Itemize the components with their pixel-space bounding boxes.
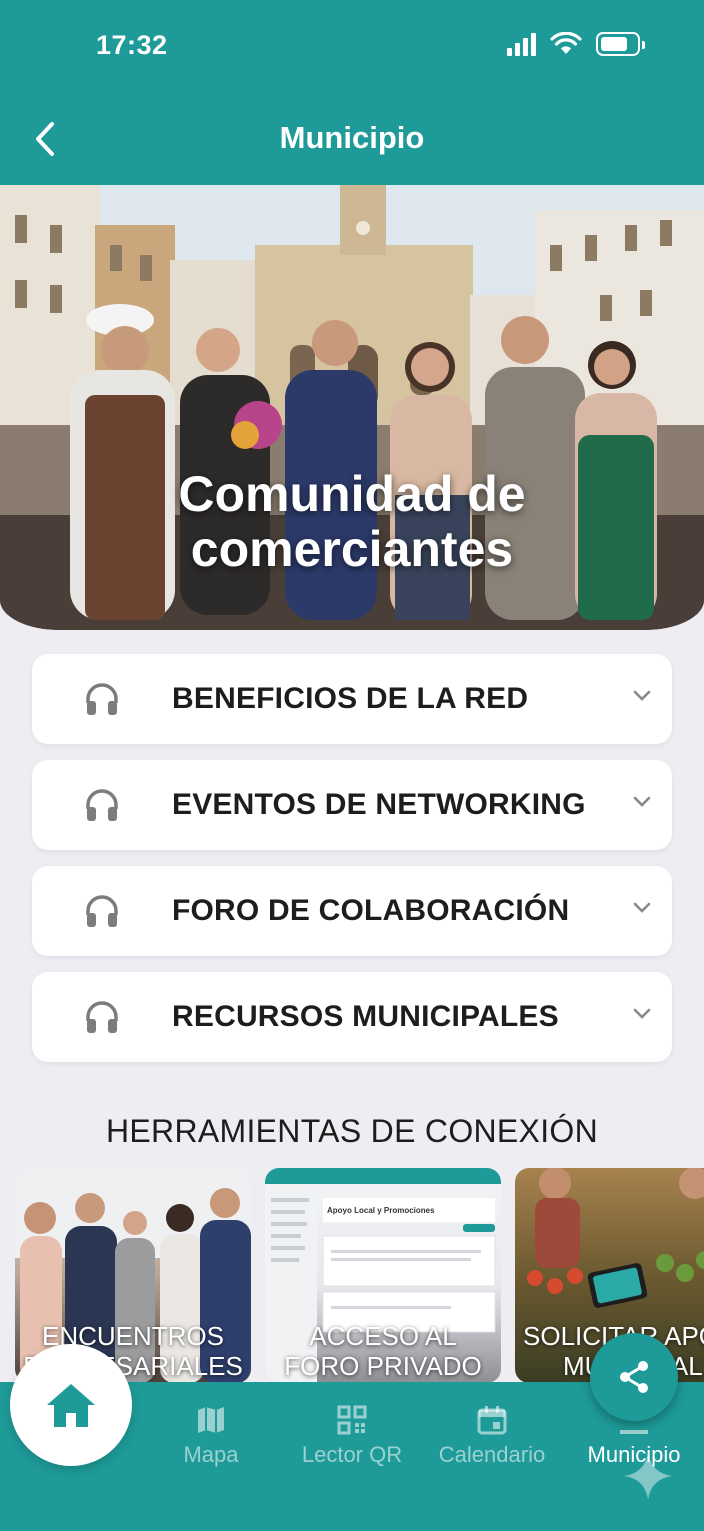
headphones-icon xyxy=(86,1001,118,1033)
signal-icon xyxy=(507,32,536,56)
wifi-icon xyxy=(550,32,582,54)
nav-item-calendario[interactable]: Calendario xyxy=(433,1404,551,1468)
chevron-down-icon xyxy=(633,902,651,913)
card-caption: ACCESO AL FORO PRIVADO xyxy=(265,1321,501,1383)
share-icon xyxy=(620,1361,648,1393)
accordion-beneficios[interactable]: BENEFICIOS DE LA RED xyxy=(32,654,672,744)
status-time: 17:32 xyxy=(96,30,168,60)
hero-title-line2: comerciantes xyxy=(190,521,514,577)
map-icon xyxy=(198,1407,224,1433)
sparkle-icon xyxy=(624,1452,672,1500)
nav-label: Mapa xyxy=(183,1442,239,1467)
calendar-icon xyxy=(477,1406,507,1435)
accordion-label: EVENTOS DE NETWORKING xyxy=(172,788,586,821)
headphones-icon xyxy=(86,895,118,927)
accordion-label: BENEFICIOS DE LA RED xyxy=(172,682,529,715)
app-header: 17:32 Municipio xyxy=(0,0,704,185)
nav-item-mapa[interactable]: Mapa xyxy=(180,1404,242,1468)
chevron-down-icon xyxy=(633,1008,651,1019)
status-icons xyxy=(507,32,645,56)
home-button[interactable] xyxy=(10,1344,132,1466)
battery-icon xyxy=(596,32,645,56)
nav-label: Calendario xyxy=(438,1442,546,1467)
accordion-recursos[interactable]: RECURSOS MUNICIPALES xyxy=(32,972,672,1062)
screen-title: Apoyo Local y Promociones xyxy=(327,1206,435,1215)
headphones-icon xyxy=(86,683,118,715)
home-icon xyxy=(47,1384,95,1427)
chevron-down-icon xyxy=(633,690,651,701)
hero-title: Comunidad de comerciantes xyxy=(0,467,704,577)
hero-title-line1: Comunidad de xyxy=(178,466,526,522)
accordion-foro[interactable]: FORO DE COLABORACIÓN xyxy=(32,866,672,956)
hero-banner: Comunidad de comerciantes xyxy=(0,185,704,630)
card-foro[interactable]: Apoyo Local y Promociones ACCESO AL FORO… xyxy=(265,1168,501,1383)
section-title: HERRAMIENTAS DE CONEXIÓN xyxy=(106,1113,598,1149)
nav-item-lector-qr[interactable]: Lector QR xyxy=(296,1404,408,1468)
card-caption-line2: FORO PRIVADO xyxy=(284,1351,482,1381)
headphones-icon xyxy=(86,789,118,821)
accordion-label: RECURSOS MUNICIPALES xyxy=(172,1000,559,1033)
page-title: Municipio xyxy=(279,120,425,155)
accordion-eventos[interactable]: EVENTOS DE NETWORKING xyxy=(32,760,672,850)
qr-code-icon xyxy=(337,1405,367,1435)
share-button[interactable] xyxy=(590,1333,678,1421)
card-caption-line1: ACCESO AL xyxy=(309,1321,457,1351)
nav-label: Lector QR xyxy=(301,1442,403,1467)
accordion-label: FORO DE COLABORACIÓN xyxy=(172,894,570,927)
chevron-down-icon xyxy=(633,796,651,807)
